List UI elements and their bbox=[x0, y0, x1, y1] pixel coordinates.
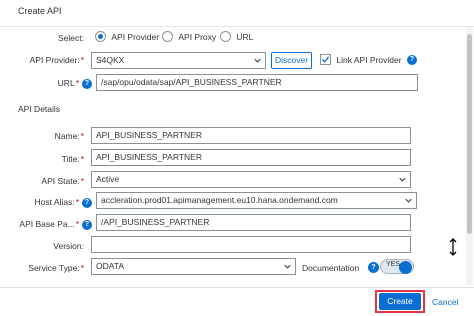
required-marker: * bbox=[80, 154, 84, 164]
info-icon[interactable]: ? bbox=[82, 219, 92, 230]
chevron-down-icon bbox=[405, 198, 412, 203]
chevron-down-icon bbox=[284, 264, 291, 269]
host-alias-label-text: Host Alias: bbox=[34, 197, 75, 207]
documentation-toggle[interactable]: YES bbox=[380, 259, 414, 274]
required-marker: * bbox=[80, 55, 84, 65]
radio-api-provider[interactable]: API Provider bbox=[95, 31, 160, 43]
host-alias-select[interactable]: accleration.prod01.apimanagement.eu10.ha… bbox=[96, 192, 417, 209]
version-label: Version: bbox=[53, 241, 84, 251]
link-api-provider-checkbox[interactable] bbox=[320, 54, 331, 66]
radio-api-proxy[interactable]: API Proxy bbox=[162, 31, 217, 43]
footer-divider bbox=[0, 287, 474, 288]
title-label: Title:* bbox=[0, 154, 84, 164]
version-input[interactable] bbox=[91, 236, 411, 253]
api-provider-label-text: API Provider: bbox=[29, 55, 80, 65]
chevron-down-icon bbox=[254, 58, 261, 63]
host-alias-label: Host Alias:*? bbox=[0, 197, 92, 208]
api-state-select[interactable]: Active bbox=[91, 171, 411, 188]
api-details-heading: API Details bbox=[18, 104, 61, 114]
name-input[interactable]: API_BUSINESS_PARTNER bbox=[91, 127, 411, 144]
info-icon[interactable]: ? bbox=[406, 54, 417, 65]
checkmark-icon bbox=[321, 56, 330, 63]
url-label: URL*? bbox=[0, 78, 92, 89]
title-input[interactable]: API_BUSINESS_PARTNER bbox=[91, 149, 411, 166]
link-api-provider[interactable]: Link API Provider ? bbox=[320, 54, 417, 66]
api-base-path-input[interactable]: /API_BUSINESS_PARTNER bbox=[96, 214, 411, 231]
radio-url-label: URL bbox=[236, 31, 254, 42]
radio-api-provider-indicator[interactable] bbox=[95, 31, 106, 43]
scrollbar-thumb[interactable] bbox=[467, 34, 472, 234]
api-provider-label: API Provider:* bbox=[0, 55, 84, 65]
service-type-label-text: Service Type: bbox=[28, 263, 80, 273]
create-button[interactable]: Create bbox=[379, 293, 421, 310]
cancel-button[interactable]: Cancel bbox=[432, 297, 458, 307]
radio-api-provider-label: API Provider bbox=[111, 31, 160, 42]
mouse-cursor-icon bbox=[449, 238, 457, 256]
link-api-provider-label: Link API Provider bbox=[336, 54, 402, 65]
api-provider-value: S4QKX bbox=[96, 55, 125, 65]
info-icon[interactable]: ? bbox=[82, 78, 92, 89]
info-icon[interactable]: ? bbox=[368, 262, 379, 273]
service-type-select[interactable]: ODATA bbox=[91, 258, 296, 275]
chevron-down-icon bbox=[399, 177, 406, 182]
api-state-label-text: API State: bbox=[41, 176, 80, 186]
select-label: Select: bbox=[58, 33, 84, 43]
api-base-path-label-text: API Base Pa... bbox=[19, 219, 75, 229]
info-icon[interactable]: ? bbox=[82, 197, 92, 208]
radio-api-proxy-label: API Proxy bbox=[178, 31, 217, 42]
host-alias-value: accleration.prod01.apimanagement.eu10.ha… bbox=[101, 195, 338, 205]
discover-button[interactable]: Discover bbox=[271, 52, 312, 69]
documentation-label: Documentation bbox=[302, 263, 360, 273]
title-divider bbox=[0, 26, 474, 27]
toggle-knob bbox=[399, 261, 412, 274]
required-marker: * bbox=[75, 219, 79, 229]
title-label-text: Title: bbox=[61, 154, 80, 164]
radio-url[interactable]: URL bbox=[220, 31, 254, 43]
api-state-label: API State:* bbox=[0, 176, 84, 186]
url-input[interactable]: /sap/opu/odata/sap/API_BUSINESS_PARTNER bbox=[96, 74, 418, 91]
name-label: Name:* bbox=[0, 131, 84, 141]
radio-url-indicator[interactable] bbox=[220, 31, 231, 43]
service-type-value: ODATA bbox=[96, 261, 125, 271]
service-type-label: Service Type:* bbox=[0, 263, 84, 273]
documentation-toggle-text: YES bbox=[386, 261, 401, 268]
dialog-title: Create API bbox=[18, 6, 62, 16]
required-marker: * bbox=[80, 263, 84, 273]
radio-api-proxy-indicator[interactable] bbox=[162, 31, 173, 43]
api-provider-select[interactable]: S4QKX bbox=[91, 52, 266, 69]
required-marker: * bbox=[80, 131, 84, 141]
api-state-value: Active bbox=[96, 174, 120, 184]
required-marker: * bbox=[80, 176, 84, 186]
api-base-path-label: API Base Pa...*? bbox=[0, 219, 92, 230]
name-label-text: Name: bbox=[54, 131, 80, 141]
required-marker: * bbox=[75, 197, 79, 207]
url-label-text: URL bbox=[57, 78, 75, 88]
required-marker: * bbox=[75, 78, 79, 88]
